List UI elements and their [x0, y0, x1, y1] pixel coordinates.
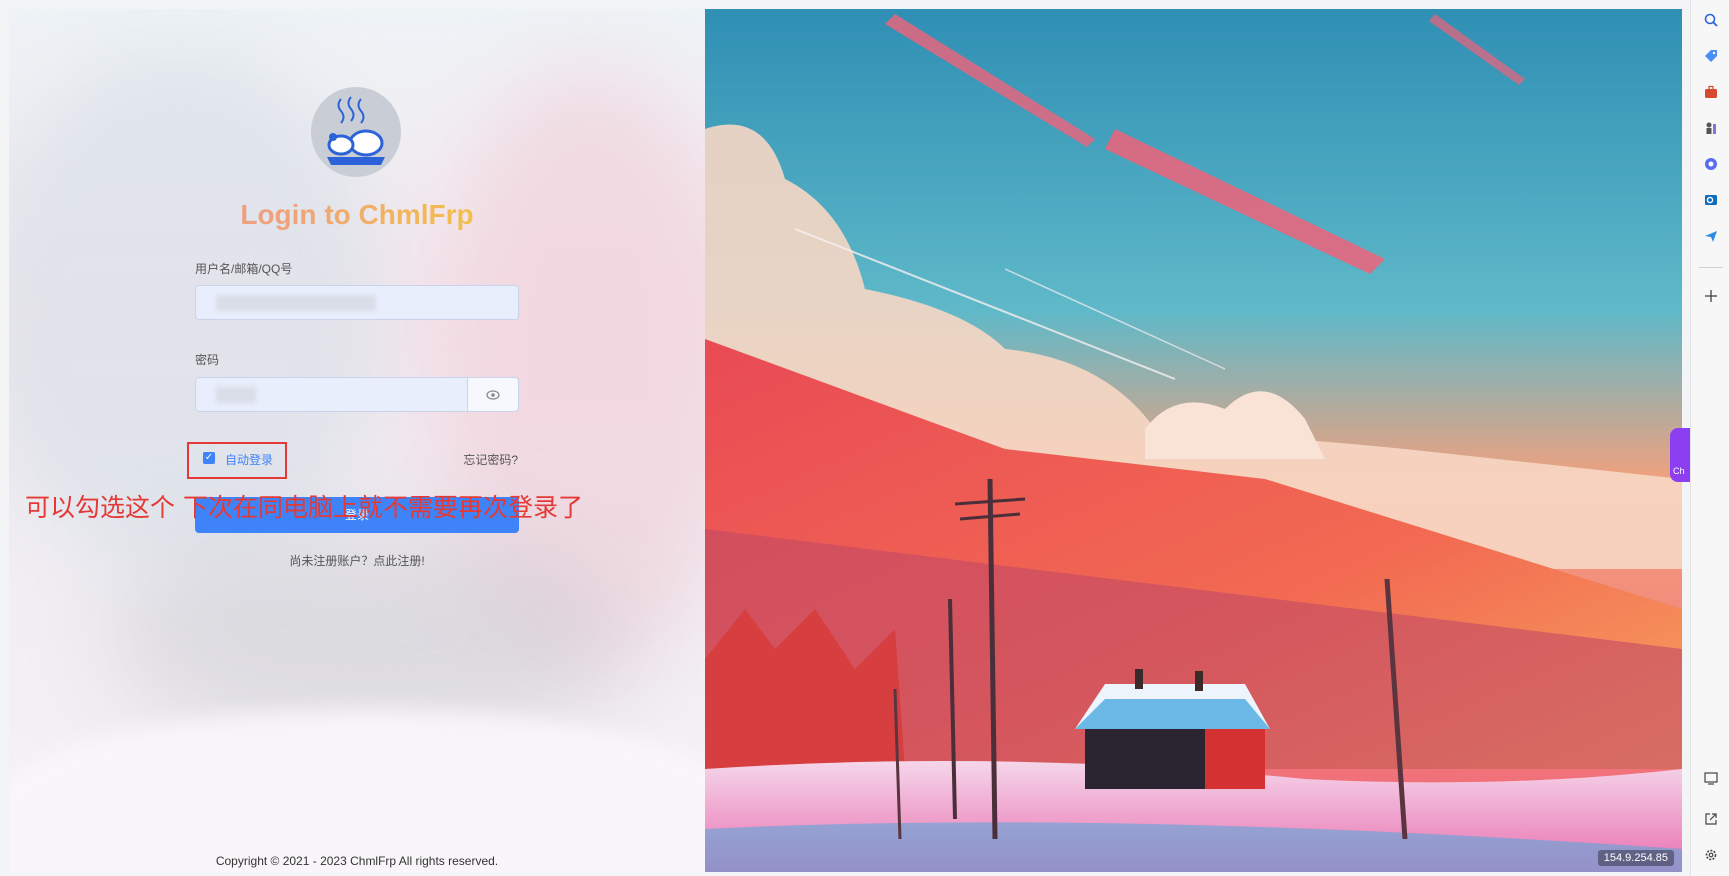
- screenshot-icon[interactable]: [1701, 768, 1721, 788]
- show-password-button[interactable]: [467, 378, 518, 411]
- plus-icon[interactable]: [1701, 286, 1721, 306]
- login-title: Login to ChmlFrp: [9, 199, 705, 231]
- edge-floating-tab[interactable]: Ch: [1670, 428, 1690, 482]
- auto-login-label[interactable]: 自动登录: [225, 451, 273, 468]
- annotation-text: 可以勾选这个 下次在同电脑上就不需要再次登录了: [25, 493, 583, 522]
- copyright-text: Copyright © 2021 - 2023 ChmlFrp All righ…: [215, 854, 499, 868]
- chess-icon[interactable]: [1701, 118, 1721, 138]
- auto-login-checkbox[interactable]: ✓: [203, 452, 215, 464]
- forgot-password-link[interactable]: 忘记密码?: [463, 451, 518, 468]
- toolbox-icon[interactable]: [1701, 82, 1721, 102]
- password-label: 密码: [195, 353, 220, 367]
- ip-label: 154.9.254.85: [1597, 850, 1674, 866]
- register-link[interactable]: 尚未注册账户？点此注册!: [9, 552, 705, 569]
- outlook-icon[interactable]: [1701, 190, 1721, 210]
- username-label: 用户名/邮箱/QQ号: [195, 262, 293, 276]
- eye-icon: [486, 389, 500, 400]
- copilot-icon[interactable]: [1701, 154, 1721, 174]
- browser-sidebar: [1690, 0, 1729, 876]
- chmlfrp-logo-icon: [327, 96, 385, 165]
- external-link-icon[interactable]: [1701, 809, 1721, 829]
- tag-icon[interactable]: [1701, 46, 1721, 66]
- login-panel: Login to ChmlFrp 用户名/邮箱/QQ号 密码 ✓ 自动登录 忘记…: [9, 9, 705, 872]
- edge-tab-label: Ch: [1673, 466, 1685, 476]
- send-icon[interactable]: [1701, 226, 1721, 246]
- username-input[interactable]: [195, 285, 519, 320]
- password-input[interactable]: [195, 377, 519, 412]
- background-image: 154.9.254.85: [705, 9, 1682, 872]
- logo-avatar: [311, 87, 401, 177]
- gear-icon[interactable]: [1701, 845, 1721, 865]
- search-icon[interactable]: [1701, 10, 1721, 30]
